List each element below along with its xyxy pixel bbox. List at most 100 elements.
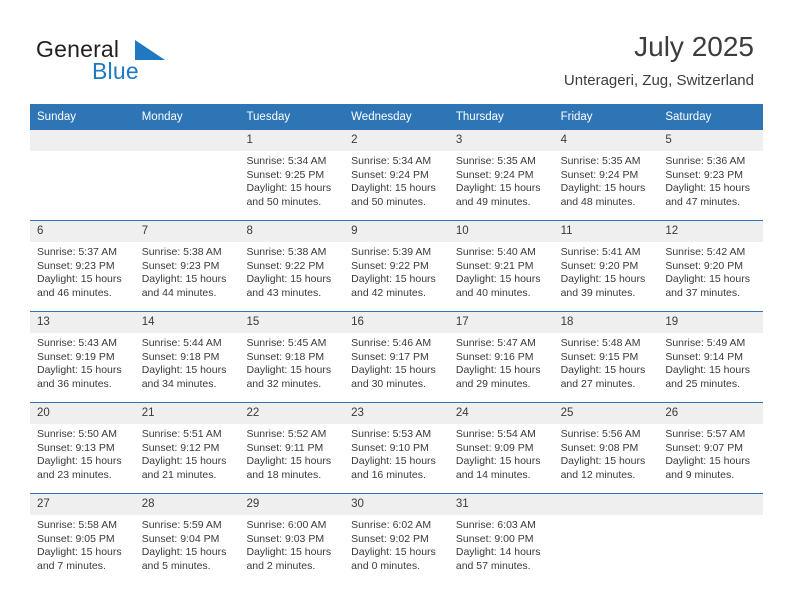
day-number-empty — [30, 130, 135, 151]
calendar-week-row: 20 21 22 23 24 25 26 Sunrise: 5:50 AM Sunset: 9:… — [30, 402, 763, 493]
day-number[interactable]: 26 — [658, 403, 763, 424]
day-number-empty — [554, 494, 659, 515]
day-number[interactable]: 13 — [30, 312, 135, 333]
day-cell[interactable]: Sunrise: 5:59 AM Sunset: 9:04 PM Daylight:… — [135, 515, 240, 584]
day-cell[interactable]: Sunrise: 5:50 AM Sunset: 9:13 PM Daylight:… — [30, 424, 135, 493]
day-number[interactable]: 18 — [554, 312, 659, 333]
day-number[interactable]: 2 — [344, 130, 449, 151]
logo-text-blue: Blue — [92, 58, 139, 84]
week-detail-band: Sunrise: 5:43 AM Sunset: 9:19 PM Daylight:… — [30, 333, 763, 402]
day-number[interactable]: 24 — [449, 403, 554, 424]
sunset-text: Sunset: 9:23 PM — [141, 259, 220, 272]
sunset-text: Sunset: 9:23 PM — [37, 259, 115, 272]
day-number[interactable]: 16 — [344, 312, 449, 333]
day-number[interactable]: 22 — [239, 403, 344, 424]
day-number[interactable]: 11 — [554, 221, 659, 242]
sunrise-text: Sunrise: 5:41 AM — [560, 246, 641, 258]
daylight-text: Daylight: 15 hours and 5 minutes. — [141, 546, 227, 572]
day-cell[interactable]: Sunrise: 5:48 AM Sunset: 9:15 PM Daylight:… — [554, 333, 659, 402]
calendar-page: General Blue July 2025 Unterageri, Zug, … — [0, 0, 792, 612]
week-date-band: 27 28 29 30 31 — [30, 494, 763, 515]
day-number[interactable]: 6 — [30, 221, 135, 242]
day-cell[interactable]: Sunrise: 5:38 AM Sunset: 9:23 PM Daylight:… — [135, 242, 240, 311]
day-cell[interactable]: Sunrise: 6:03 AM Sunset: 9:00 PM Daylight:… — [449, 515, 554, 584]
day-number[interactable]: 30 — [344, 494, 449, 515]
daylight-text: Daylight: 15 hours and 36 minutes. — [37, 364, 122, 390]
day-cell[interactable]: Sunrise: 5:54 AM Sunset: 9:09 PM Daylight:… — [449, 424, 554, 493]
day-number[interactable]: 10 — [449, 221, 554, 242]
calendar-week-row: 1 2 3 4 5 Sunrise: 5:34 AM Sunset: 9:25 PM Dayl… — [30, 130, 763, 220]
daylight-text: Daylight: 15 hours and 0 minutes. — [351, 546, 436, 572]
day-cell[interactable]: Sunrise: 5:49 AM Sunset: 9:14 PM Daylight:… — [658, 333, 763, 402]
day-number[interactable]: 4 — [554, 130, 659, 151]
sunrise-text: Sunrise: 5:50 AM — [37, 428, 117, 440]
day-cell[interactable]: Sunrise: 5:42 AM Sunset: 9:20 PM Daylight:… — [658, 242, 763, 311]
sunrise-text: Sunrise: 5:51 AM — [141, 428, 222, 440]
day-cell[interactable]: Sunrise: 5:47 AM Sunset: 9:16 PM Daylight:… — [449, 333, 554, 402]
day-number[interactable]: 7 — [135, 221, 240, 242]
day-cell[interactable]: Sunrise: 5:35 AM Sunset: 9:24 PM Daylight:… — [554, 151, 659, 220]
sunset-text: Sunset: 9:24 PM — [351, 168, 429, 181]
day-number[interactable]: 17 — [449, 312, 554, 333]
page-title: July 2025 — [634, 31, 754, 62]
daylight-text: Daylight: 15 hours and 32 minutes. — [246, 364, 332, 390]
day-number[interactable]: 5 — [658, 130, 763, 151]
sunrise-text: Sunrise: 5:57 AM — [665, 428, 746, 440]
day-cell[interactable]: Sunrise: 5:44 AM Sunset: 9:18 PM Daylight:… — [135, 333, 240, 402]
day-cell[interactable]: Sunrise: 5:41 AM Sunset: 9:20 PM Daylight:… — [554, 242, 659, 311]
day-cell[interactable]: Sunrise: 5:37 AM Sunset: 9:23 PM Daylight:… — [30, 242, 135, 311]
day-cell[interactable]: Sunrise: 5:36 AM Sunset: 9:23 PM Daylight:… — [658, 151, 763, 220]
day-number[interactable]: 1 — [239, 130, 344, 151]
day-cell[interactable]: Sunrise: 5:52 AM Sunset: 9:11 PM Daylight:… — [239, 424, 344, 493]
day-cell[interactable]: Sunrise: 5:51 AM Sunset: 9:12 PM Daylight:… — [135, 424, 240, 493]
sunrise-text: Sunrise: 5:35 AM — [560, 155, 641, 167]
day-cell[interactable]: Sunrise: 5:46 AM Sunset: 9:17 PM Daylight:… — [344, 333, 449, 402]
day-number[interactable]: 25 — [554, 403, 659, 424]
day-number[interactable]: 29 — [239, 494, 344, 515]
day-number[interactable]: 20 — [30, 403, 135, 424]
sunrise-text: Sunrise: 5:46 AM — [351, 337, 432, 349]
day-cell[interactable]: Sunrise: 5:45 AM Sunset: 9:18 PM Daylight:… — [239, 333, 344, 402]
day-cell[interactable]: Sunrise: 5:39 AM Sunset: 9:22 PM Daylight:… — [344, 242, 449, 311]
day-number[interactable]: 3 — [449, 130, 554, 151]
day-number[interactable]: 12 — [658, 221, 763, 242]
day-number[interactable]: 15 — [239, 312, 344, 333]
day-cell[interactable]: Sunrise: 6:00 AM Sunset: 9:03 PM Daylight:… — [239, 515, 344, 584]
day-cell[interactable]: Sunrise: 5:38 AM Sunset: 9:22 PM Daylight:… — [239, 242, 344, 311]
day-cell[interactable]: Sunrise: 5:43 AM Sunset: 9:19 PM Daylight:… — [30, 333, 135, 402]
day-cell[interactable]: Sunrise: 5:35 AM Sunset: 9:24 PM Daylight:… — [449, 151, 554, 220]
daylight-text: Daylight: 15 hours and 23 minutes. — [37, 455, 122, 481]
day-number[interactable]: 23 — [344, 403, 449, 424]
day-number[interactable]: 14 — [135, 312, 240, 333]
day-cell[interactable]: Sunrise: 5:34 AM Sunset: 9:24 PM Daylight:… — [344, 151, 449, 220]
day-number[interactable]: 27 — [30, 494, 135, 515]
day-cell[interactable]: Sunrise: 5:34 AM Sunset: 9:25 PM Daylight:… — [239, 151, 344, 220]
day-cell[interactable]: Sunrise: 6:02 AM Sunset: 9:02 PM Daylight:… — [344, 515, 449, 584]
sunset-text: Sunset: 9:17 PM — [351, 350, 429, 363]
day-cell[interactable]: Sunrise: 5:53 AM Sunset: 9:10 PM Daylight:… — [344, 424, 449, 493]
day-number[interactable]: 28 — [135, 494, 240, 515]
day-number[interactable]: 19 — [658, 312, 763, 333]
general-blue-logo[interactable]: General Blue — [36, 36, 266, 92]
sunrise-text: Sunrise: 5:36 AM — [665, 155, 746, 167]
sunrise-text: Sunrise: 5:47 AM — [455, 337, 536, 349]
day-number[interactable]: 8 — [239, 221, 344, 242]
sunrise-text: Sunrise: 6:03 AM — [455, 519, 536, 531]
day-number[interactable]: 21 — [135, 403, 240, 424]
week-date-band: 20 21 22 23 24 25 26 — [30, 403, 763, 424]
day-cell[interactable]: Sunrise: 5:57 AM Sunset: 9:07 PM Daylight:… — [658, 424, 763, 493]
sunrise-text: Sunrise: 5:42 AM — [665, 246, 746, 258]
daylight-text: Daylight: 15 hours and 42 minutes. — [351, 273, 436, 299]
sunrise-text: Sunrise: 5:48 AM — [560, 337, 641, 349]
day-number[interactable]: 31 — [449, 494, 554, 515]
sunrise-text: Sunrise: 5:49 AM — [665, 337, 746, 349]
daylight-text: Daylight: 14 hours and 57 minutes. — [455, 546, 541, 572]
day-number[interactable]: 9 — [344, 221, 449, 242]
sunrise-text: Sunrise: 6:02 AM — [351, 519, 432, 531]
day-cell-empty — [135, 151, 240, 220]
sunrise-text: Sunrise: 5:38 AM — [141, 246, 222, 258]
day-cell[interactable]: Sunrise: 5:56 AM Sunset: 9:08 PM Daylight:… — [554, 424, 659, 493]
day-cell[interactable]: Sunrise: 5:40 AM Sunset: 9:21 PM Daylight:… — [449, 242, 554, 311]
daylight-text: Daylight: 15 hours and 16 minutes. — [351, 455, 436, 481]
day-cell[interactable]: Sunrise: 5:58 AM Sunset: 9:05 PM Daylight:… — [30, 515, 135, 584]
